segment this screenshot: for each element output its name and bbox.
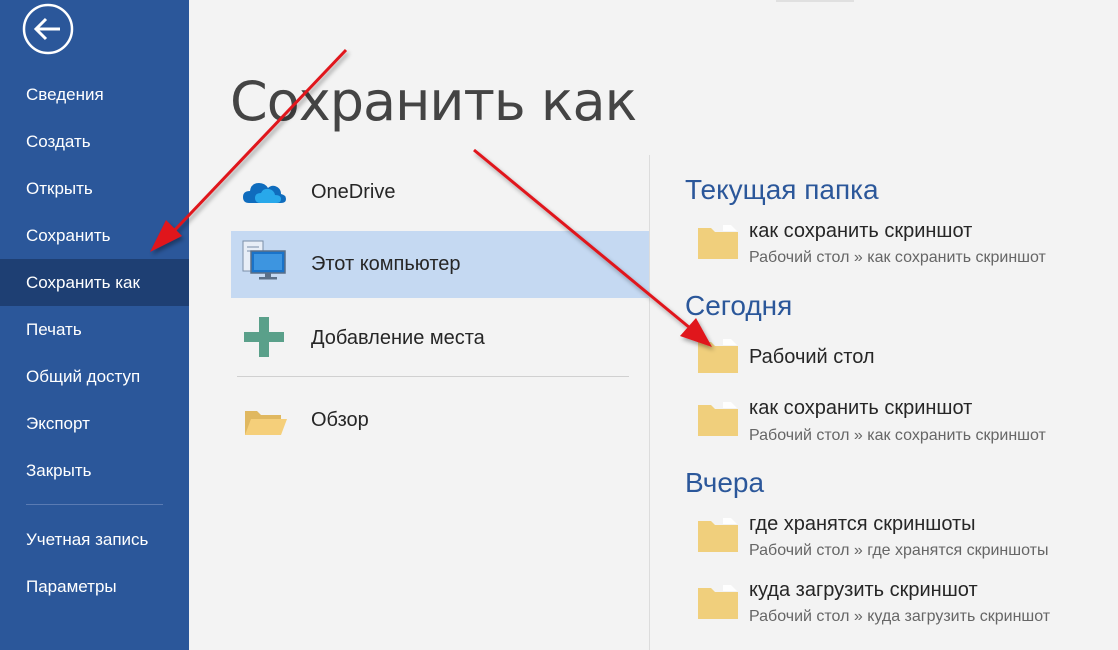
location-label: Обзор — [311, 409, 369, 431]
nav-new[interactable]: Создать — [0, 118, 189, 165]
nav-open[interactable]: Открыть — [0, 165, 189, 212]
pane-divider — [649, 155, 650, 650]
folder-path: Рабочий стол » как сохранить скриншот — [749, 249, 1046, 266]
folder-name: где хранятся скриншоты — [749, 513, 976, 535]
arrow-left-circle-icon — [22, 3, 74, 55]
location-onedrive[interactable]: OneDrive — [231, 159, 649, 226]
cloud-icon — [243, 183, 286, 203]
folder-name: как сохранить скриншот — [749, 220, 973, 242]
location-browse[interactable]: Обзор — [231, 387, 649, 454]
backstage-sidebar: Сведения Создать Открыть Сохранить Сохра… — [0, 0, 189, 650]
plus-icon — [244, 317, 284, 357]
page-title: Сохранить как — [230, 70, 637, 133]
folder-icon — [698, 518, 738, 552]
folder-name: Рабочий стол — [749, 346, 875, 368]
nav-close[interactable]: Закрыть — [0, 447, 189, 494]
folder-path: Рабочий стол » как сохранить скриншот — [749, 427, 1046, 444]
section-heading-current-folder: Текущая папка — [685, 174, 879, 205]
location-label: Этот компьютер — [311, 253, 461, 275]
nav-print[interactable]: Печать — [0, 306, 189, 353]
back-button[interactable] — [22, 3, 74, 55]
folder-open-icon — [245, 411, 287, 435]
folder-path: Рабочий стол » куда загрузить скриншот — [749, 608, 1051, 625]
folder-icon — [698, 339, 738, 373]
section-heading-today: Сегодня — [685, 290, 793, 321]
location-label: OneDrive — [311, 181, 396, 203]
folder-path: Рабочий стол » где хранятся скриншоты — [749, 542, 1049, 559]
folder-icon — [698, 402, 738, 436]
folder-name: куда загрузить скриншот — [749, 579, 978, 601]
nav-share[interactable]: Общий доступ — [0, 353, 189, 400]
nav-export[interactable]: Экспорт — [0, 400, 189, 447]
folder-icon — [698, 585, 738, 619]
folder-icon — [698, 225, 738, 259]
location-label: Добавление места — [311, 327, 485, 349]
nav-account[interactable]: Учетная запись — [0, 516, 189, 563]
nav-save[interactable]: Сохранить — [0, 212, 189, 259]
locations-divider — [237, 376, 629, 377]
computer-icon — [242, 240, 286, 280]
folder-name: как сохранить скриншот — [749, 397, 973, 419]
nav-options[interactable]: Параметры — [0, 563, 189, 610]
sidebar-divider — [26, 504, 163, 505]
top-edge-fragment — [776, 0, 854, 2]
nav-info[interactable]: Сведения — [0, 71, 189, 118]
location-this-pc[interactable]: Этот компьютер — [231, 231, 649, 298]
location-add-place[interactable]: Добавление места — [231, 305, 649, 372]
nav-save-as[interactable]: Сохранить как — [0, 259, 189, 306]
section-heading-yesterday: Вчера — [685, 467, 765, 498]
